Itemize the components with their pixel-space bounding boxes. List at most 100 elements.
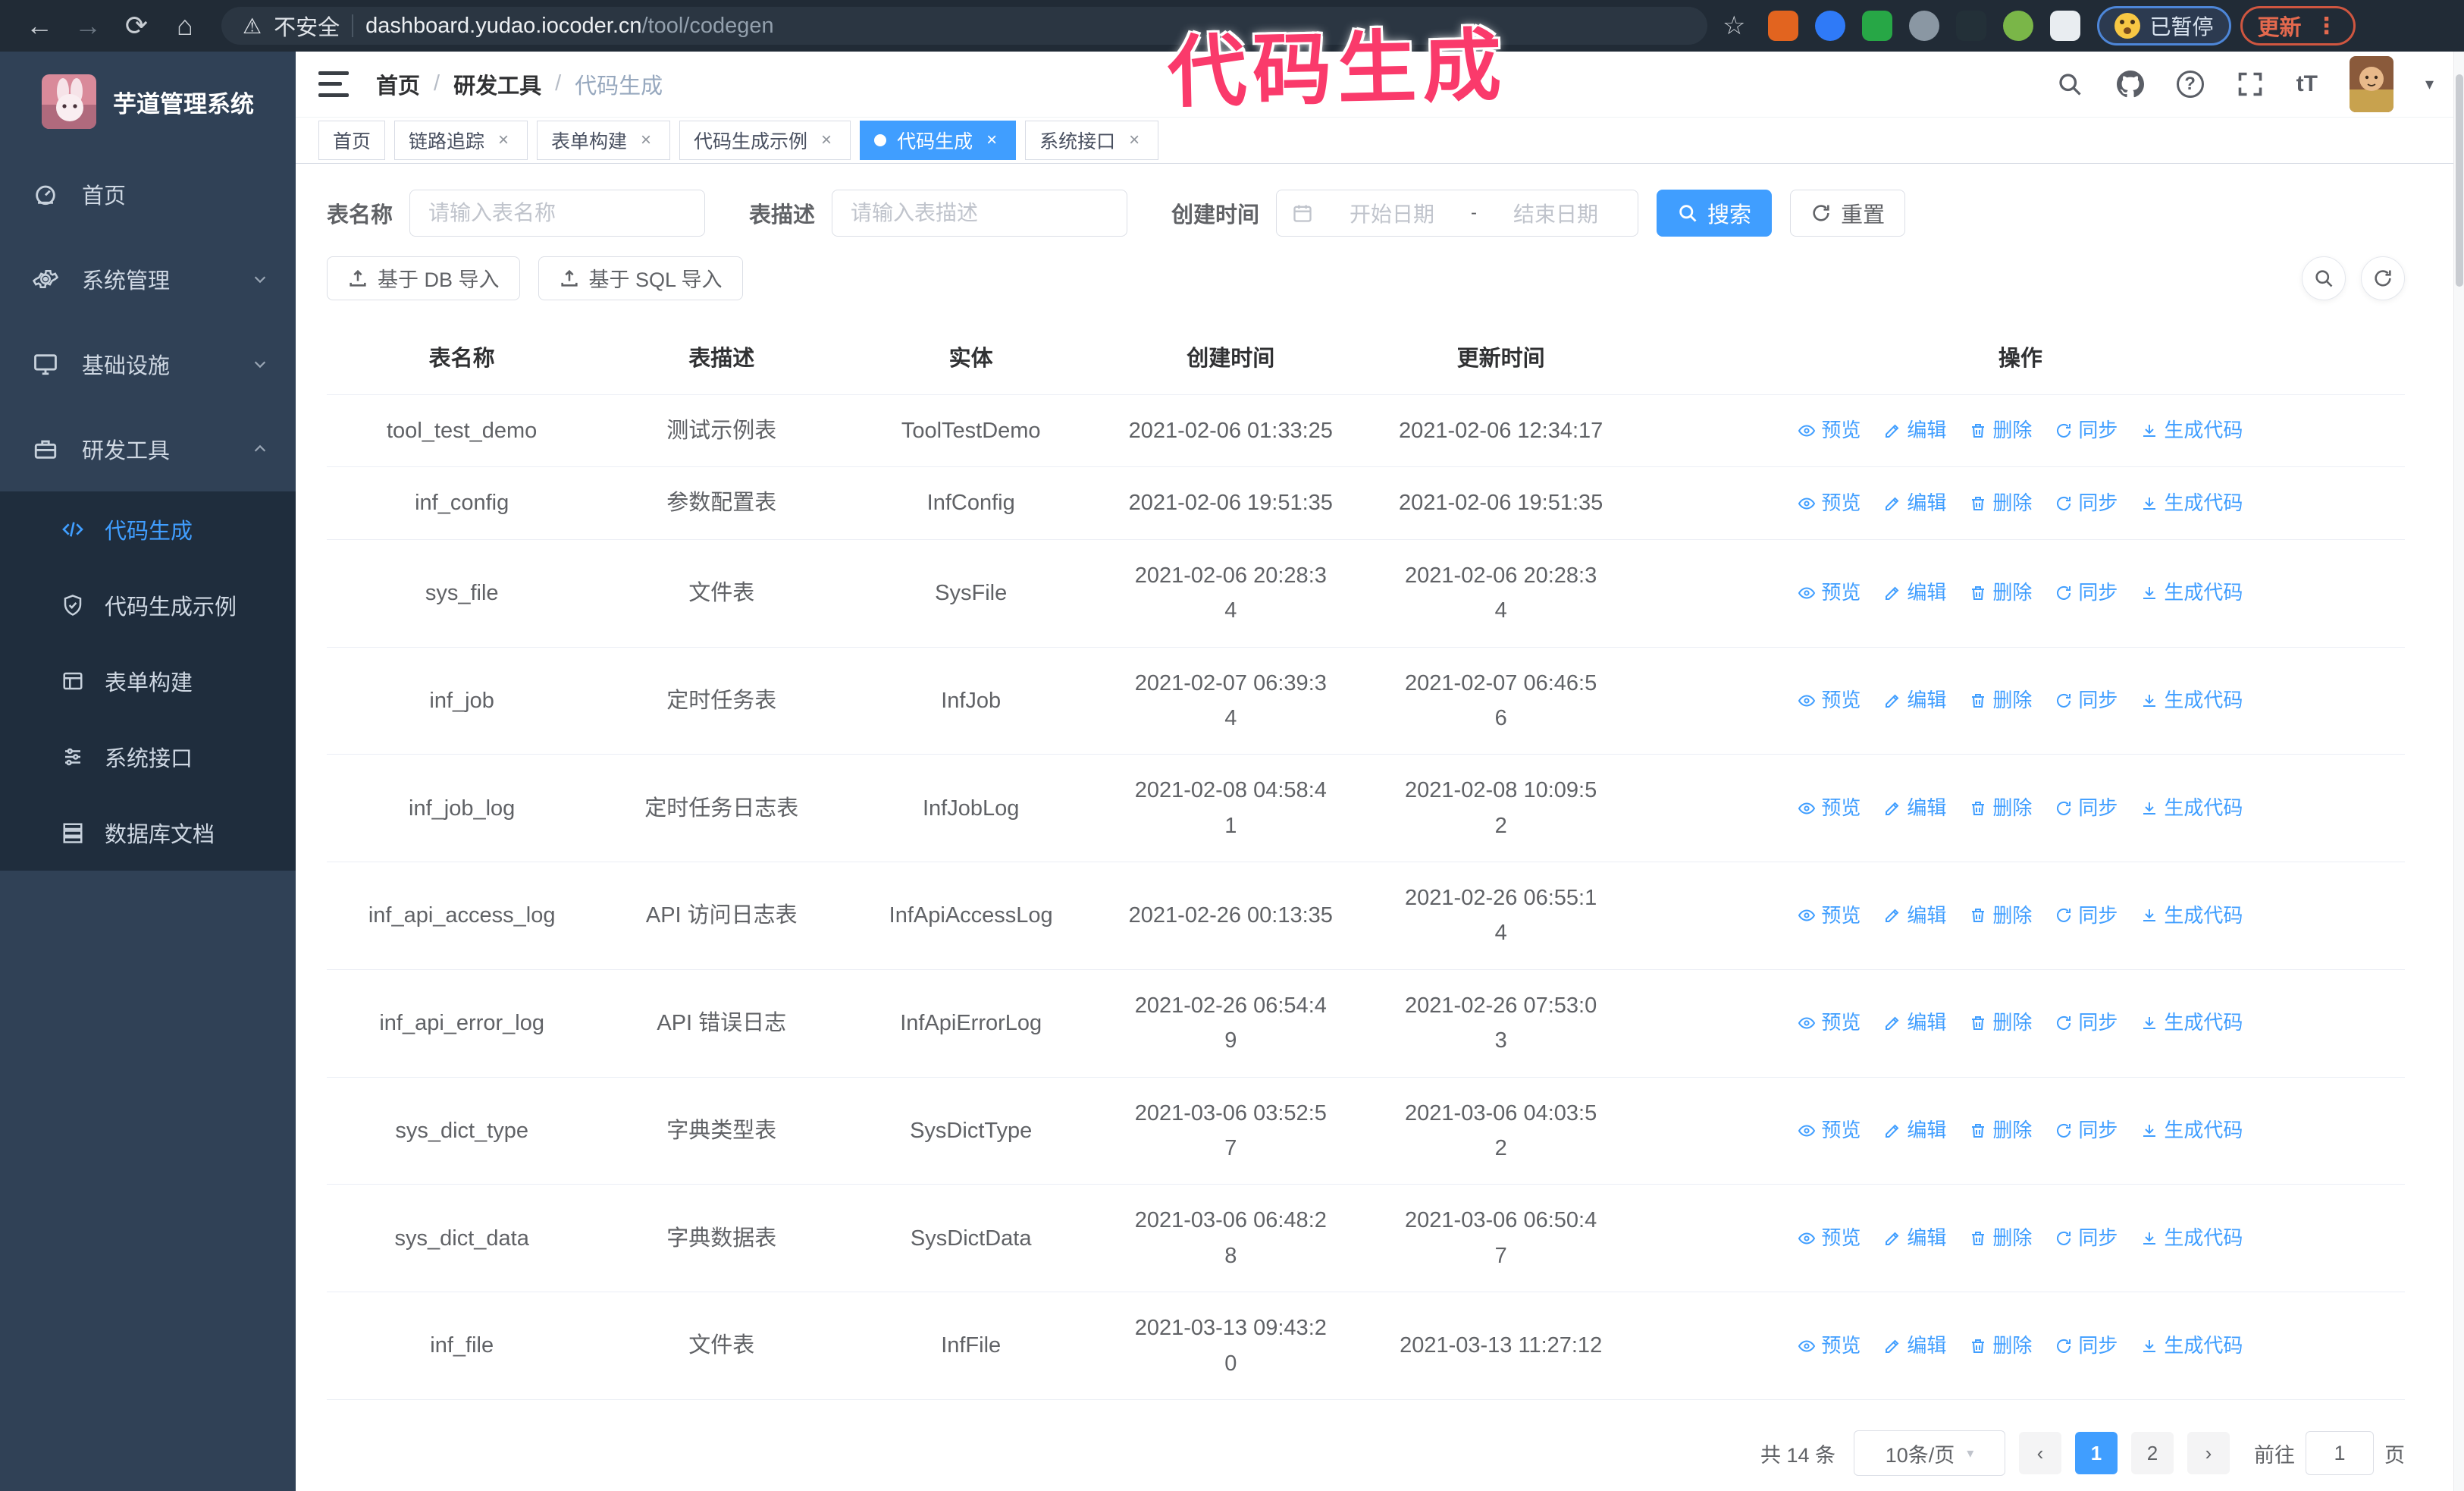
tab-系统接口[interactable]: 系统接口 × bbox=[1025, 120, 1159, 160]
编辑-link[interactable]: 编辑 bbox=[1883, 1330, 1946, 1362]
home-icon[interactable]: ⌂ bbox=[165, 1, 205, 51]
paused-badge[interactable]: 已暂停 bbox=[2097, 6, 2231, 46]
删除-link[interactable]: 删除 bbox=[1969, 577, 2032, 609]
同步-link[interactable]: 同步 bbox=[2055, 900, 2118, 932]
生成代码-link[interactable]: 生成代码 bbox=[2140, 1115, 2243, 1147]
page-size-select[interactable]: 10条/页 ▾ bbox=[1854, 1430, 2005, 1476]
hamburger-icon[interactable] bbox=[318, 71, 349, 97]
extension-icon[interactable] bbox=[1862, 11, 1893, 41]
预览-link[interactable]: 预览 bbox=[1798, 1330, 1861, 1362]
sidebar-item-系统管理[interactable]: 系统管理 bbox=[0, 237, 296, 322]
删除-link[interactable]: 删除 bbox=[1969, 685, 2032, 717]
close-icon[interactable]: × bbox=[494, 130, 513, 151]
预览-link[interactable]: 预览 bbox=[1798, 1115, 1861, 1147]
goto-page-input[interactable] bbox=[2306, 1431, 2374, 1475]
reload-icon[interactable]: ⟳ bbox=[117, 1, 156, 51]
extension-icon[interactable] bbox=[1909, 11, 1940, 41]
extension-icon[interactable] bbox=[1768, 11, 1799, 41]
编辑-link[interactable]: 编辑 bbox=[1883, 1115, 1946, 1147]
close-icon[interactable]: × bbox=[982, 130, 1002, 151]
编辑-link[interactable]: 编辑 bbox=[1883, 577, 1946, 609]
生成代码-link[interactable]: 生成代码 bbox=[2140, 1330, 2243, 1362]
github-icon[interactable] bbox=[2116, 70, 2145, 99]
编辑-link[interactable]: 编辑 bbox=[1883, 1223, 1946, 1254]
同步-link[interactable]: 同步 bbox=[2055, 685, 2118, 717]
编辑-link[interactable]: 编辑 bbox=[1883, 900, 1946, 932]
编辑-link[interactable]: 编辑 bbox=[1883, 415, 1946, 447]
breadcrumb-home[interactable]: 首页 bbox=[376, 68, 420, 100]
toggle-search-icon[interactable] bbox=[2302, 256, 2346, 300]
next-page-button[interactable]: › bbox=[2187, 1432, 2230, 1474]
同步-link[interactable]: 同步 bbox=[2055, 1223, 2118, 1254]
import-sql-button[interactable]: 基于 SQL 导入 bbox=[538, 256, 743, 300]
sidebar-item-首页[interactable]: 首页 bbox=[0, 152, 296, 237]
删除-link[interactable]: 删除 bbox=[1969, 793, 2032, 824]
page-button-2[interactable]: 2 bbox=[2131, 1432, 2174, 1474]
close-icon[interactable]: × bbox=[1124, 130, 1144, 151]
生成代码-link[interactable]: 生成代码 bbox=[2140, 793, 2243, 824]
app-logo[interactable]: 芋道管理系统 bbox=[0, 52, 296, 152]
预览-link[interactable]: 预览 bbox=[1798, 1007, 1861, 1039]
sidebar-subitem-表单构建[interactable]: 表单构建 bbox=[0, 643, 296, 719]
update-button[interactable]: 更新 ⋮ bbox=[2240, 6, 2356, 46]
chevron-down-icon[interactable]: ▾ bbox=[2425, 74, 2434, 94]
bookmark-star-icon[interactable]: ☆ bbox=[1723, 11, 1745, 41]
预览-link[interactable]: 预览 bbox=[1798, 900, 1861, 932]
tab-代码生成示例[interactable]: 代码生成示例 × bbox=[679, 120, 851, 160]
预览-link[interactable]: 预览 bbox=[1798, 577, 1861, 609]
tab-首页[interactable]: 首页 bbox=[318, 120, 386, 160]
删除-link[interactable]: 删除 bbox=[1969, 900, 2032, 932]
font-size-icon[interactable]: tT bbox=[2296, 71, 2318, 97]
同步-link[interactable]: 同步 bbox=[2055, 415, 2118, 447]
table-desc-input[interactable] bbox=[832, 189, 1128, 237]
date-range-picker[interactable]: 开始日期 - 结束日期 bbox=[1276, 189, 1639, 237]
search-button[interactable]: 搜索 bbox=[1657, 189, 1773, 237]
生成代码-link[interactable]: 生成代码 bbox=[2140, 415, 2243, 447]
forward-icon[interactable]: → bbox=[68, 1, 108, 51]
sidebar-subitem-系统接口[interactable]: 系统接口 bbox=[0, 719, 296, 795]
编辑-link[interactable]: 编辑 bbox=[1883, 1007, 1946, 1039]
预览-link[interactable]: 预览 bbox=[1798, 793, 1861, 824]
close-icon[interactable]: × bbox=[817, 130, 836, 151]
scrollbar-thumb[interactable] bbox=[2456, 74, 2463, 287]
end-date-placeholder[interactable]: 结束日期 bbox=[1489, 198, 1622, 228]
extension-icon[interactable] bbox=[2050, 11, 2081, 41]
prev-page-button[interactable]: ‹ bbox=[2019, 1432, 2061, 1474]
tab-代码生成[interactable]: 代码生成 × bbox=[860, 120, 1017, 160]
预览-link[interactable]: 预览 bbox=[1798, 488, 1861, 519]
同步-link[interactable]: 同步 bbox=[2055, 1007, 2118, 1039]
同步-link[interactable]: 同步 bbox=[2055, 488, 2118, 519]
sidebar-item-基础设施[interactable]: 基础设施 bbox=[0, 322, 296, 406]
生成代码-link[interactable]: 生成代码 bbox=[2140, 1007, 2243, 1039]
同步-link[interactable]: 同步 bbox=[2055, 577, 2118, 609]
sidebar-subitem-代码生成[interactable]: 代码生成 bbox=[0, 491, 296, 567]
table-name-input[interactable] bbox=[409, 189, 706, 237]
page-scrollbar[interactable] bbox=[2453, 52, 2464, 1491]
start-date-placeholder[interactable]: 开始日期 bbox=[1325, 198, 1459, 228]
search-icon[interactable] bbox=[2055, 70, 2084, 99]
同步-link[interactable]: 同步 bbox=[2055, 793, 2118, 824]
编辑-link[interactable]: 编辑 bbox=[1883, 685, 1946, 717]
删除-link[interactable]: 删除 bbox=[1969, 1330, 2032, 1362]
breadcrumb-tools[interactable]: 研发工具 bbox=[453, 68, 541, 100]
删除-link[interactable]: 删除 bbox=[1969, 1115, 2032, 1147]
生成代码-link[interactable]: 生成代码 bbox=[2140, 685, 2243, 717]
删除-link[interactable]: 删除 bbox=[1969, 488, 2032, 519]
import-db-button[interactable]: 基于 DB 导入 bbox=[327, 256, 520, 300]
sidebar-subitem-代码生成示例[interactable]: 代码生成示例 bbox=[0, 567, 296, 643]
extension-icon[interactable] bbox=[2003, 11, 2034, 41]
同步-link[interactable]: 同步 bbox=[2055, 1115, 2118, 1147]
编辑-link[interactable]: 编辑 bbox=[1883, 488, 1946, 519]
close-icon[interactable]: × bbox=[636, 130, 656, 151]
extension-icon[interactable] bbox=[1815, 11, 1846, 41]
fullscreen-icon[interactable] bbox=[2236, 70, 2265, 99]
refresh-icon[interactable] bbox=[2361, 256, 2405, 300]
tab-表单构建[interactable]: 表单构建 × bbox=[537, 120, 671, 160]
avatar[interactable] bbox=[2349, 55, 2393, 112]
删除-link[interactable]: 删除 bbox=[1969, 1223, 2032, 1254]
删除-link[interactable]: 删除 bbox=[1969, 1007, 2032, 1039]
page-button-1[interactable]: 1 bbox=[2075, 1432, 2118, 1474]
同步-link[interactable]: 同步 bbox=[2055, 1330, 2118, 1362]
生成代码-link[interactable]: 生成代码 bbox=[2140, 1223, 2243, 1254]
extension-icon[interactable] bbox=[1956, 11, 1987, 41]
